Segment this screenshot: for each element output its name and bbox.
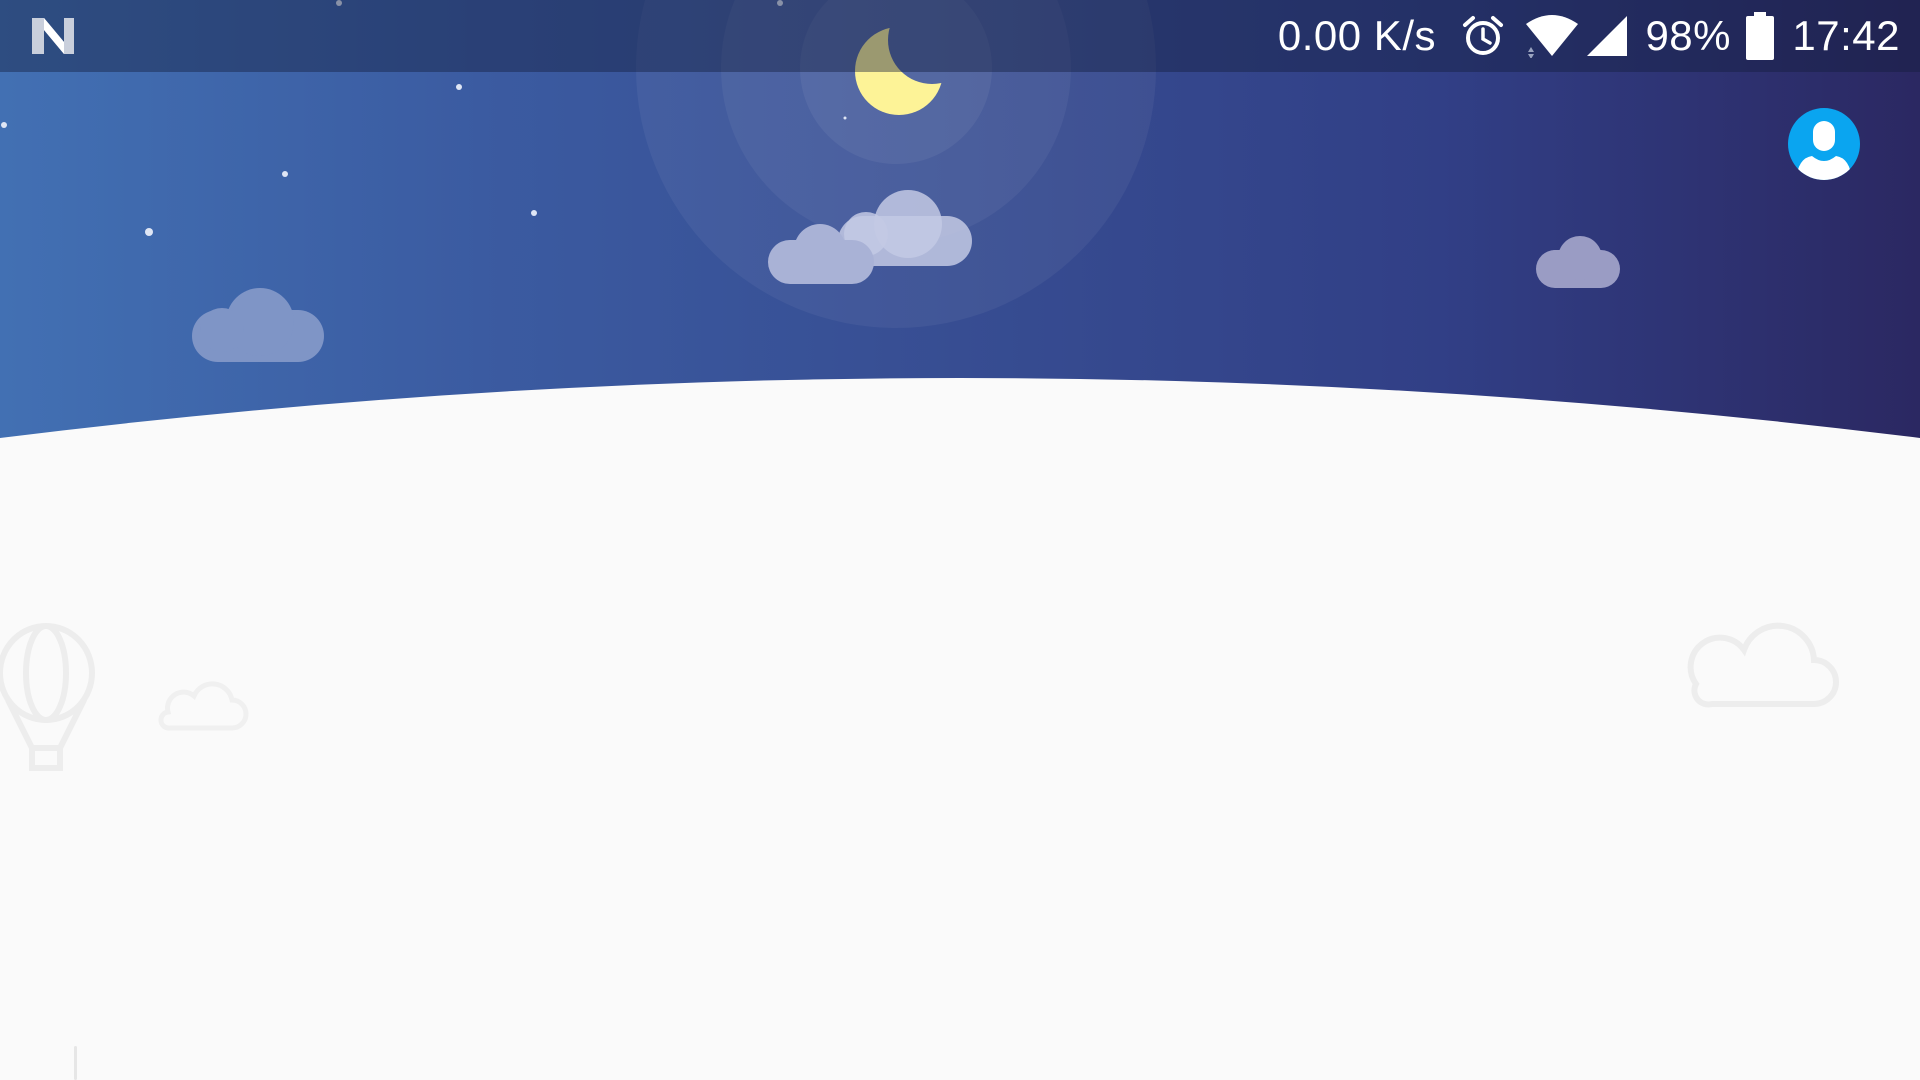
network-speed: 0.00 K/s	[1277, 12, 1436, 59]
star	[531, 210, 537, 216]
star	[1, 122, 7, 128]
weather-app-screen: 0.00 K/s 98% 17:42	[0, 0, 1920, 1080]
profile-button[interactable]	[1788, 108, 1860, 180]
android-n-icon	[30, 0, 78, 72]
cloud-icon	[1536, 236, 1620, 288]
cell-signal-icon	[1585, 0, 1629, 72]
user-avatar-icon	[1796, 121, 1852, 180]
battery-percent: 98%	[1645, 12, 1731, 59]
wifi-icon	[1524, 0, 1580, 72]
status-bar: 0.00 K/s 98% 17:42	[0, 0, 1920, 72]
scroll-indicator	[74, 1046, 77, 1080]
background-decorations	[0, 622, 1839, 771]
battery-icon	[1746, 0, 1774, 72]
cloud-outline-icon	[158, 681, 249, 731]
star	[282, 171, 288, 177]
star	[145, 228, 153, 236]
alarm-clock-icon	[1461, 0, 1505, 72]
cloud-icon	[192, 288, 324, 362]
star	[843, 116, 847, 120]
hot-air-balloon-icon	[0, 623, 95, 771]
cloud-outline-icon	[1687, 622, 1839, 708]
status-time: 17:42	[1792, 12, 1900, 59]
star	[456, 84, 462, 90]
